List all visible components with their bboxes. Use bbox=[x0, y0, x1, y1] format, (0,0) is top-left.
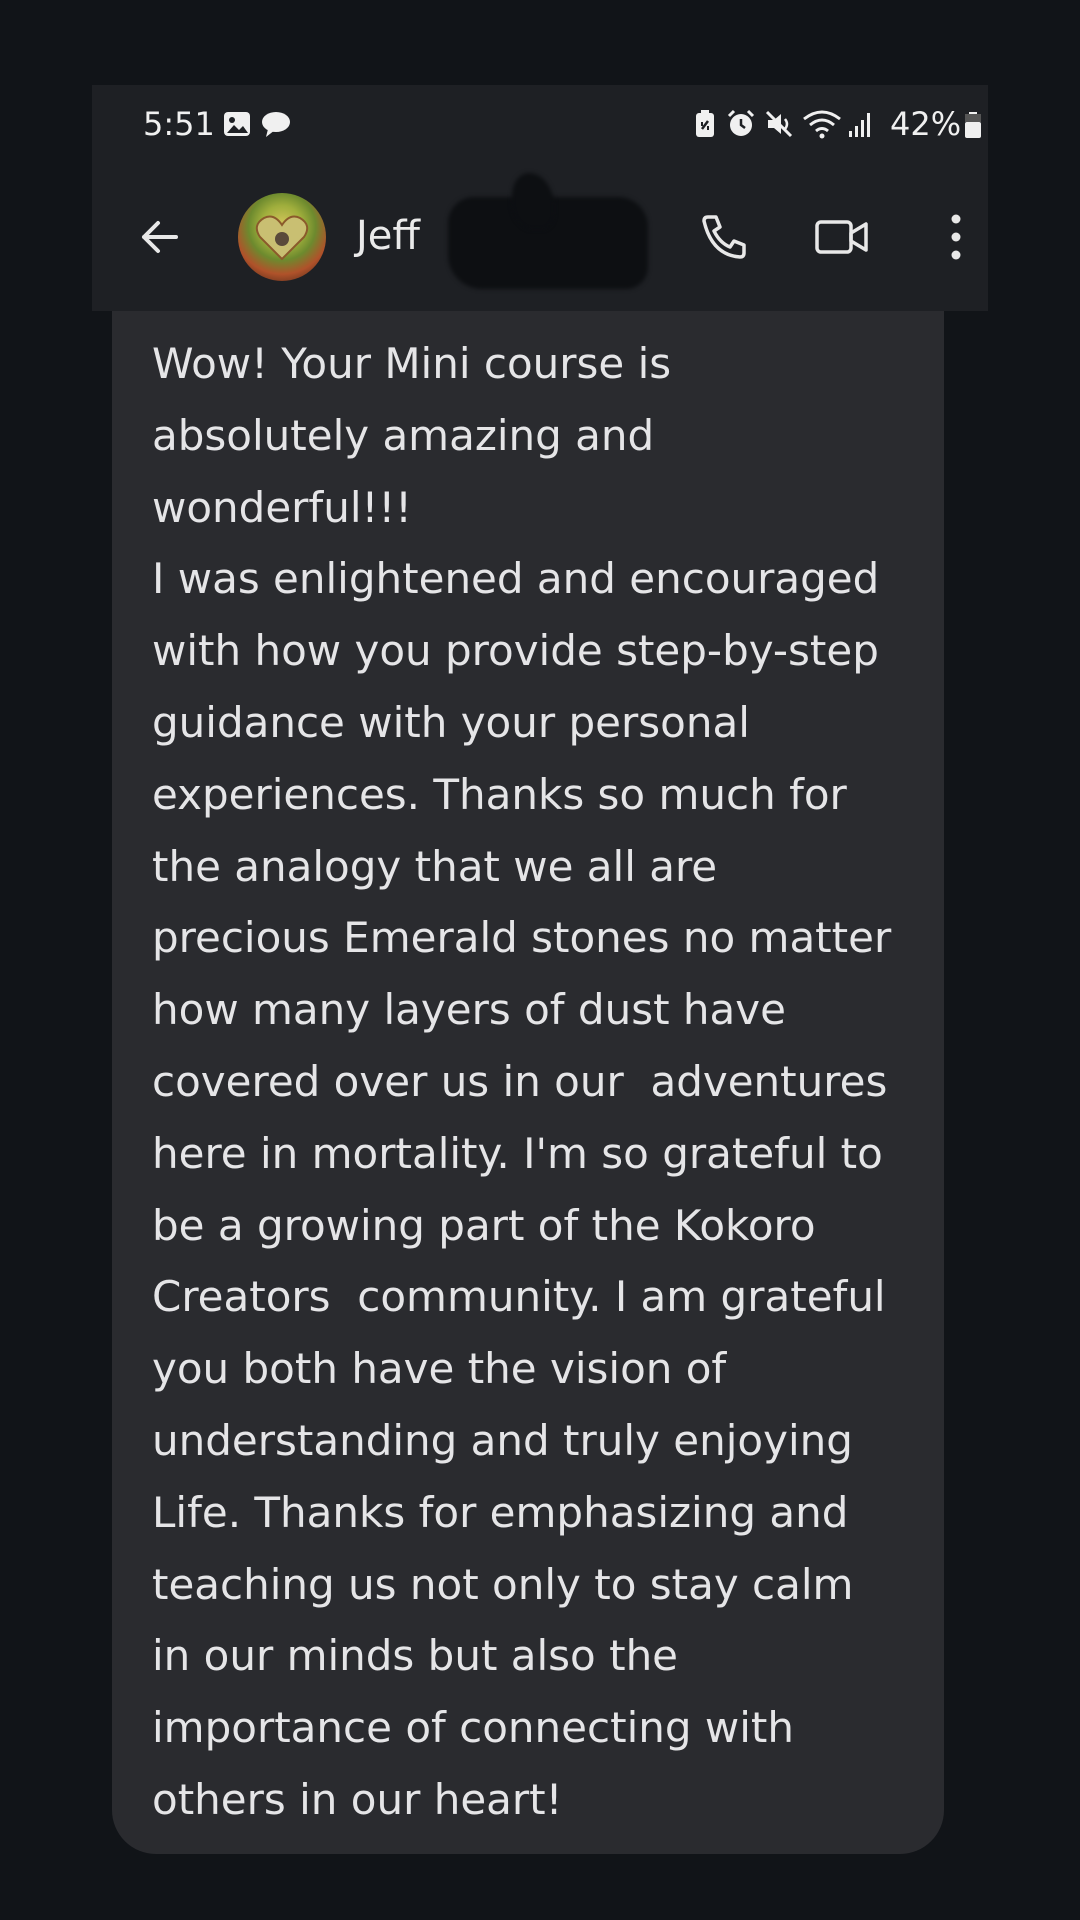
gallery-icon bbox=[224, 112, 250, 136]
top-panel: 5:51 42% Jeff bbox=[92, 85, 988, 311]
status-bar: 5:51 42% bbox=[92, 85, 988, 161]
name-redaction-scribble bbox=[512, 173, 554, 229]
battery-percent: 42% bbox=[890, 105, 962, 143]
heart-icon bbox=[255, 215, 309, 261]
more-vert-icon[interactable] bbox=[948, 209, 964, 265]
screen: Wow! Your Mini course is absolutely amaz… bbox=[0, 0, 1080, 1920]
status-time: 5:51 bbox=[143, 105, 215, 143]
contact-name[interactable]: Jeff bbox=[356, 213, 420, 259]
arrow-left-icon[interactable] bbox=[136, 213, 184, 261]
battery-saver-icon bbox=[696, 110, 714, 137]
phone-icon[interactable] bbox=[698, 211, 750, 263]
wifi-icon bbox=[803, 110, 841, 139]
mute-icon bbox=[765, 110, 793, 138]
alarm-icon bbox=[727, 109, 755, 136]
chat-bubble-icon bbox=[262, 112, 290, 137]
contact-avatar[interactable] bbox=[238, 193, 326, 281]
battery-icon bbox=[965, 112, 981, 138]
app-bar: Jeff bbox=[92, 173, 988, 289]
video-call-icon[interactable] bbox=[814, 213, 870, 261]
signal-icon bbox=[849, 113, 870, 137]
message-text[interactable]: Wow! Your Mini course is absolutely amaz… bbox=[152, 328, 942, 1836]
message-bubble[interactable]: Wow! Your Mini course is absolutely amaz… bbox=[112, 262, 944, 1854]
